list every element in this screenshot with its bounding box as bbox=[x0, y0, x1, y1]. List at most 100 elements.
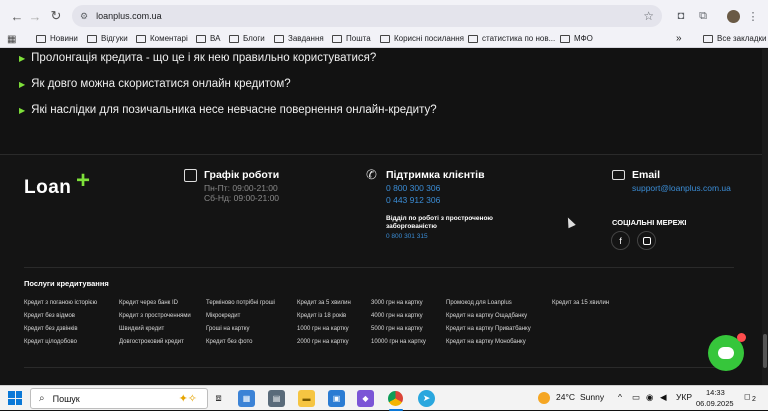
bookmark-tasks[interactable]: Завдання bbox=[274, 34, 324, 43]
service-link[interactable]: 4000 грн на картку bbox=[371, 313, 423, 319]
language-indicator[interactable]: УКР bbox=[676, 392, 692, 402]
notification-count: 2 bbox=[752, 396, 756, 403]
service-link[interactable]: Кредит з простроченнями bbox=[119, 313, 191, 319]
service-link[interactable]: Кредит з поганою історією bbox=[24, 300, 97, 306]
email-title: Email bbox=[632, 169, 661, 181]
triangle-right-icon: ▶ bbox=[19, 79, 26, 89]
overdue-phone[interactable]: 0 800 301 315 bbox=[386, 233, 516, 240]
bookmark-mail[interactable]: Пошта bbox=[332, 34, 371, 43]
service-link[interactable]: Кредит за 15 хвилин bbox=[552, 300, 609, 306]
facebook-icon[interactable]: f bbox=[611, 231, 630, 250]
service-link[interactable]: Терміново потрібні гроші bbox=[206, 300, 275, 306]
email-address[interactable]: support@loanplus.com.ua bbox=[632, 183, 731, 193]
triangle-right-icon: ▶ bbox=[19, 105, 26, 115]
bookmarks-bar: ▦ Новини Відгуки Коментарі ВА Блоги Завд… bbox=[0, 30, 768, 48]
service-link[interactable]: Кредит на картку Монобанку bbox=[446, 339, 526, 345]
folder-icon bbox=[380, 34, 390, 43]
taskbar-search[interactable]: ⌕ Пошук ✦✧ bbox=[30, 388, 208, 409]
site-footer: Loan + Графік роботи Пн-Пт: 09:00-21:00 С… bbox=[0, 155, 768, 385]
schedule-block: Графік роботи Пн-Пт: 09:00-21:00 Сб-Нд: … bbox=[204, 169, 279, 203]
weather-text[interactable]: Sunny bbox=[580, 392, 604, 402]
support-phone-1[interactable]: 0 800 300 306 bbox=[386, 183, 516, 193]
weather-icon bbox=[538, 392, 550, 404]
support-phone-2[interactable]: 0 443 912 306 bbox=[386, 195, 516, 205]
service-link[interactable]: Кредит на картку Ощадбанку bbox=[446, 313, 527, 319]
faq-item[interactable]: ▶ Пролонгація кредита - що це і як нею пр… bbox=[19, 52, 376, 64]
bookmark-useful-links[interactable]: Корисні посилання bbox=[380, 34, 464, 43]
calculator-icon[interactable]: ▤ bbox=[268, 390, 285, 407]
file-explorer-icon[interactable]: ▬ bbox=[298, 390, 315, 407]
page-scrollbar[interactable] bbox=[762, 49, 768, 385]
bookmark-va[interactable]: ВА bbox=[196, 34, 220, 43]
service-link[interactable]: 5000 грн на картку bbox=[371, 326, 423, 332]
schedule-title: Графік роботи bbox=[204, 169, 280, 181]
all-bookmarks[interactable]: Все закладки bbox=[703, 34, 766, 43]
mail-icon bbox=[612, 170, 625, 180]
services-title: Послуги кредитування bbox=[24, 279, 109, 288]
schedule-weekdays: Пн-Пт: 09:00-21:00 bbox=[204, 183, 278, 193]
telegram-icon[interactable]: ➤ bbox=[418, 390, 435, 407]
site-logo[interactable]: Loan + bbox=[24, 167, 90, 199]
service-link[interactable]: Кредит із 18 років bbox=[297, 313, 346, 319]
reload-icon[interactable]: ↻ bbox=[45, 5, 67, 27]
apps-icon[interactable]: ▦ bbox=[7, 34, 16, 45]
faq-item[interactable]: ▶ Які наслідки для позичальника несе невч… bbox=[19, 104, 437, 116]
service-link[interactable]: Мікрокредит bbox=[206, 313, 240, 319]
chrome-icon[interactable] bbox=[387, 390, 404, 407]
bookmark-star-icon[interactable]: ☆ bbox=[643, 9, 654, 23]
menu-icon[interactable]: ⋮ bbox=[744, 7, 762, 25]
service-link[interactable]: Кредит без фото bbox=[206, 339, 252, 345]
service-link[interactable]: Промокод для Loanplus bbox=[446, 300, 512, 306]
bookmark-stats[interactable]: статистика по нов... bbox=[468, 34, 555, 43]
service-link[interactable]: Швидкий кредит bbox=[119, 326, 164, 332]
service-link[interactable]: 1000 грн на картку bbox=[297, 326, 349, 332]
service-link[interactable]: Кредит за 5 хвилин bbox=[297, 300, 351, 306]
notification-dot bbox=[737, 333, 746, 342]
taskbar: ⌕ Пошук ✦✧ ⧈ ▦ ▤ ▬ ▣ ◆ ➤ 24°C Sunny ^ ▭ … bbox=[0, 385, 768, 411]
copilot-icon[interactable]: ◆ bbox=[357, 390, 374, 407]
service-link[interactable]: Довгостроковий кредит bbox=[119, 339, 184, 345]
task-view-icon[interactable]: ⧈ bbox=[210, 390, 227, 407]
service-link[interactable]: Кредит без дзвінків bbox=[24, 326, 78, 332]
bookmark-reviews[interactable]: Відгуки bbox=[87, 34, 128, 43]
notification-bell-icon[interactable]: ◻ bbox=[744, 392, 751, 401]
chat-button[interactable] bbox=[708, 333, 746, 371]
network-icon[interactable]: ◉ bbox=[646, 392, 653, 403]
scrollbar-thumb[interactable] bbox=[763, 334, 767, 368]
faq-item[interactable]: ▶ Як довго можна скористатися онлайн кред… bbox=[19, 78, 291, 90]
service-link[interactable]: 3000 грн на картку bbox=[371, 300, 423, 306]
weather-temp[interactable]: 24°C bbox=[556, 392, 575, 402]
bookmark-comments[interactable]: Коментарі bbox=[136, 34, 188, 43]
schedule-weekend: Сб-Нд: 09:00-21:00 bbox=[204, 193, 280, 203]
tray-chevron-icon[interactable]: ^ bbox=[618, 392, 622, 402]
folder-icon bbox=[36, 34, 46, 43]
photos-icon[interactable]: ▣ bbox=[328, 390, 345, 407]
forward-icon[interactable]: → bbox=[24, 5, 46, 27]
bookmark-news[interactable]: Новини bbox=[36, 34, 78, 43]
profile-avatar[interactable] bbox=[724, 7, 742, 25]
service-link[interactable]: Гроші на картку bbox=[206, 326, 249, 332]
camera-icon[interactable]: ◘ bbox=[672, 7, 690, 25]
clock-time[interactable]: 14:33 bbox=[706, 388, 725, 397]
windows-start-icon[interactable] bbox=[8, 391, 22, 405]
clock-date[interactable]: 06.09.2025 bbox=[696, 399, 734, 408]
bookmark-mfo[interactable]: МФО bbox=[560, 34, 593, 43]
instagram-icon[interactable] bbox=[637, 231, 656, 250]
service-link[interactable]: 10000 грн на картку bbox=[371, 339, 426, 345]
site-info-icon[interactable]: ⚙ bbox=[80, 11, 88, 22]
volume-icon[interactable]: ◀ bbox=[660, 392, 667, 403]
bookmarks-overflow[interactable]: » bbox=[676, 33, 682, 44]
service-link[interactable]: Кредит без відмов bbox=[24, 313, 75, 319]
service-link[interactable]: Кредит на картку Приватбанку bbox=[446, 326, 531, 332]
service-link[interactable]: 2000 грн на картку bbox=[297, 339, 349, 345]
battery-icon[interactable]: ▭ bbox=[632, 392, 640, 403]
extensions-icon[interactable]: ⧉ bbox=[694, 7, 712, 25]
store-icon[interactable]: ▦ bbox=[238, 390, 255, 407]
triangle-right-icon: ▶ bbox=[19, 53, 26, 63]
search-icon: ⌕ bbox=[39, 393, 45, 404]
support-block: Підтримка клієнтів 0 800 300 306 0 443 9… bbox=[386, 169, 516, 240]
service-link[interactable]: Кредит через банк ID bbox=[119, 300, 178, 306]
service-link[interactable]: Кредит цілодобово bbox=[24, 339, 77, 345]
bookmark-blogs[interactable]: Блоги bbox=[229, 34, 265, 43]
address-bar[interactable]: ⚙ loanplus.com.ua ☆ bbox=[72, 5, 662, 27]
